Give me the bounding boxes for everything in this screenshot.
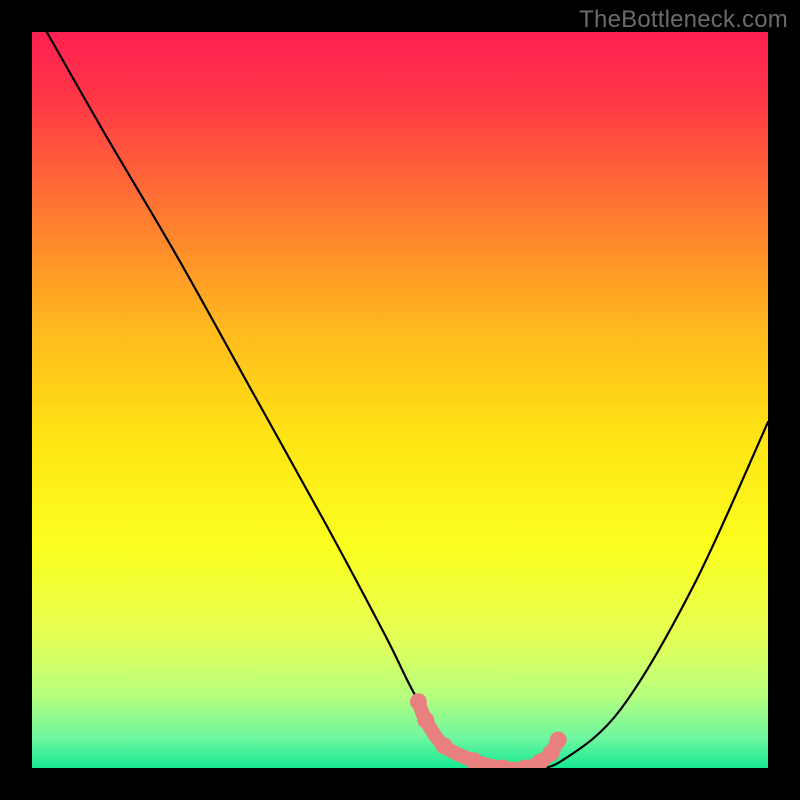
marker-dot <box>410 693 427 710</box>
marker-dot <box>417 712 434 729</box>
watermark-text: TheBottleneck.com <box>579 6 788 34</box>
curve-layer <box>32 32 768 768</box>
plot-area <box>32 32 768 768</box>
bottleneck-curve <box>47 32 768 768</box>
chart-stage: TheBottleneck.com <box>0 0 800 800</box>
marker-dot <box>550 732 567 749</box>
marker-dot <box>436 737 453 754</box>
